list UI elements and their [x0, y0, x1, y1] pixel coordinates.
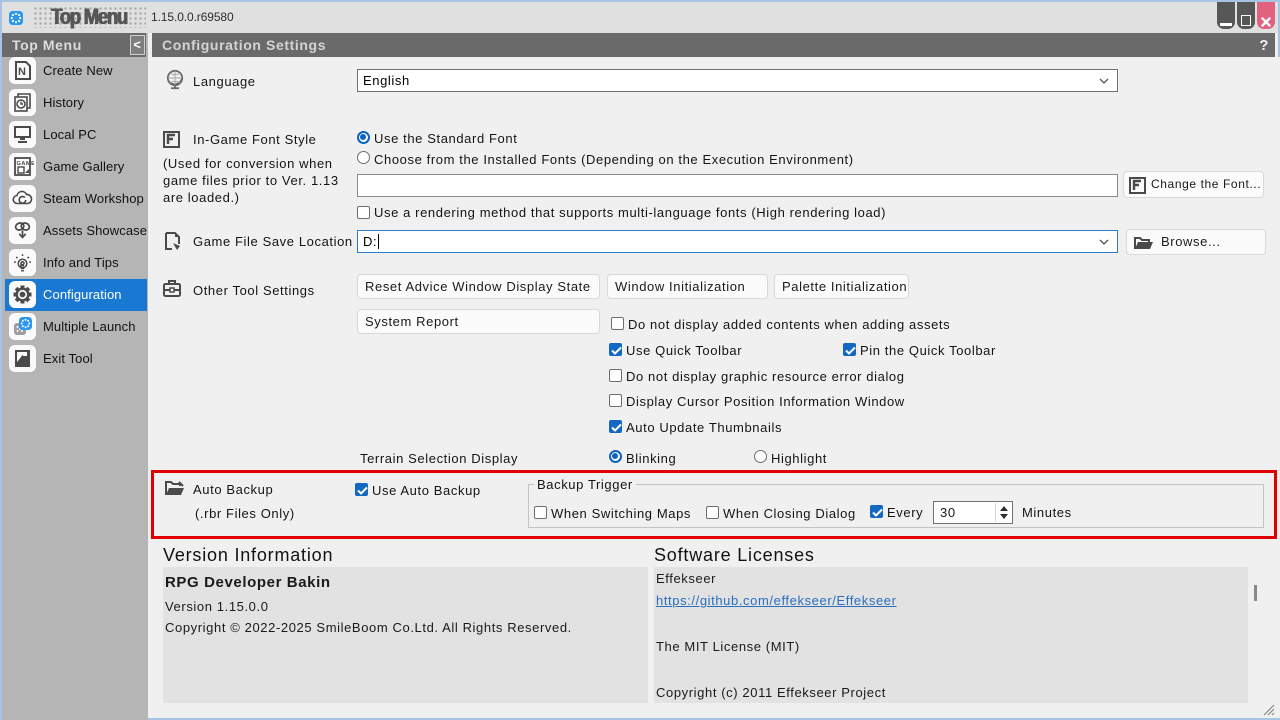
svg-text:GAME: GAME	[17, 161, 35, 167]
svg-text:N: N	[18, 66, 27, 78]
